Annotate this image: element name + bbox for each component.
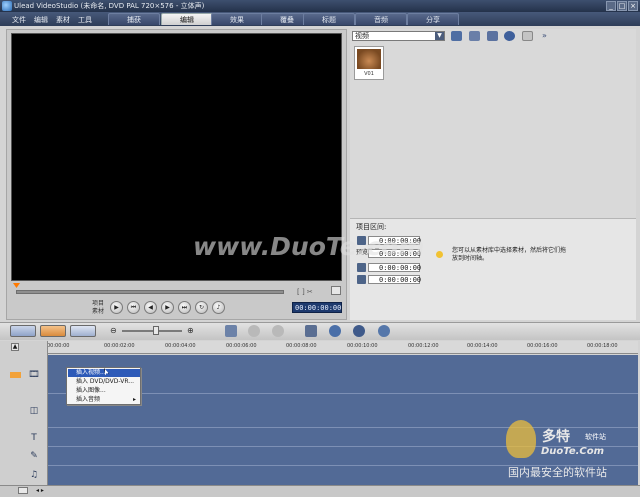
timeline-view-button[interactable] xyxy=(40,325,66,337)
auto-music-icon[interactable] xyxy=(378,325,390,337)
mascot-logo-icon xyxy=(506,420,536,458)
tick-label: 00:00:14:00 xyxy=(467,343,498,349)
minimize-button[interactable]: _ xyxy=(606,1,616,11)
options-icon[interactable] xyxy=(522,31,533,41)
maximize-button[interactable]: □ xyxy=(617,1,627,11)
end-button[interactable]: ⏭ xyxy=(178,301,191,314)
scroll-left-icon[interactable] xyxy=(18,487,28,494)
tab-share[interactable]: 分享 xyxy=(407,13,459,25)
tab-capture[interactable]: 捕获 xyxy=(108,13,160,25)
zoom-out-icon[interactable]: ⊖ xyxy=(110,326,117,335)
timecode-display[interactable]: 00:00:00:00 xyxy=(292,302,342,313)
title-track-icon[interactable]: T xyxy=(28,432,40,444)
chevron-down-icon: ▼ xyxy=(435,32,444,40)
next-frame-button[interactable]: ▶ xyxy=(161,301,174,314)
menu-clip[interactable]: 素材 xyxy=(56,15,70,25)
end-icon xyxy=(357,275,366,284)
record-capture-icon[interactable] xyxy=(329,325,341,337)
smart-proxy-icon[interactable] xyxy=(305,325,317,337)
track-selector-icon[interactable] xyxy=(10,372,21,378)
tab-effect[interactable]: 效果 xyxy=(211,13,263,25)
watermark-domain: DuoTe.Com xyxy=(541,446,605,457)
menu-insert-video[interactable]: 插入视频... xyxy=(68,369,140,377)
tick-label: 00:00:12:00 xyxy=(408,343,439,349)
play-button[interactable]: ▶ xyxy=(110,301,123,314)
library-panel xyxy=(350,29,636,218)
menu-file[interactable]: 文件 xyxy=(12,15,26,25)
menu-edit[interactable]: 编辑 xyxy=(34,15,48,25)
submenu-arrow-icon: ▸ xyxy=(133,396,137,403)
video-track-icon[interactable]: 🎞 xyxy=(28,369,40,381)
watermark-text: www.DuoTe.com xyxy=(193,232,425,261)
bottom-scrollbar[interactable] xyxy=(0,485,640,497)
folder-icon[interactable] xyxy=(451,31,462,41)
mode-label-clip[interactable]: 素材 xyxy=(92,308,104,315)
start-icon xyxy=(357,263,366,272)
voice-track-icon[interactable]: ✎ xyxy=(28,450,40,462)
duration-label: 项目区间: xyxy=(356,223,387,231)
dvd-icon[interactable] xyxy=(504,31,515,41)
app-icon xyxy=(2,1,12,11)
start-time-field[interactable]: 0:00:00:00 xyxy=(368,263,421,272)
repeat-button[interactable]: ↻ xyxy=(195,301,208,314)
tick-label: 00:00:04:00 xyxy=(165,343,196,349)
watermark-brand-small: 软件站 xyxy=(585,433,606,441)
scrubber-bar[interactable] xyxy=(16,290,284,294)
undo-icon[interactable] xyxy=(248,325,260,337)
previous-frame-button[interactable]: ◀ xyxy=(144,301,157,314)
close-button[interactable]: × xyxy=(628,1,638,11)
context-menu: 插入视频... 插入 DVD/DVD-VR... 插入图像... 插入音频 ▸ xyxy=(66,367,141,405)
volume-button[interactable]: ♪ xyxy=(212,301,225,314)
audio-view-button[interactable] xyxy=(70,325,96,337)
insert-media-icon[interactable] xyxy=(225,325,237,337)
home-button[interactable]: ⏮ xyxy=(127,301,140,314)
tick-label: 00:00:16:00 xyxy=(527,343,558,349)
scroll-up-icon[interactable]: ▲ xyxy=(11,343,19,351)
menu-insert-image[interactable]: 插入图像... xyxy=(68,387,140,395)
tick-label: 00:00:08:00 xyxy=(286,343,317,349)
mode-label-project[interactable]: 项目 xyxy=(92,300,104,307)
zoom-in-icon[interactable]: ⊕ xyxy=(187,326,194,335)
zoom-slider-track[interactable] xyxy=(122,330,182,332)
tab-title[interactable]: 标题 xyxy=(303,13,355,25)
zoom-slider-thumb[interactable] xyxy=(153,326,159,335)
title-bar: Ulead VideoStudio (未命名, DVD PAL 720×576 … xyxy=(0,0,640,12)
timeline-toolbar xyxy=(0,322,640,340)
library-thumbnail[interactable]: V01 xyxy=(354,46,384,80)
expand-icon[interactable]: » xyxy=(542,31,547,40)
library-category-select[interactable]: 视频 ▼ xyxy=(352,31,445,41)
fullscreen-icon[interactable] xyxy=(331,286,341,295)
tick-label: 00:00:06:00 xyxy=(226,343,257,349)
thumbnail-caption: V01 xyxy=(364,71,374,77)
tab-edit[interactable]: 编辑 xyxy=(161,13,213,25)
redo-icon[interactable] xyxy=(272,325,284,337)
menu-insert-dvd[interactable]: 插入 DVD/DVD-VR... xyxy=(68,378,140,386)
overlay-track-icon[interactable]: ◫ xyxy=(28,405,40,417)
library-category-value: 视频 xyxy=(355,32,369,40)
scroll-arrows-icon[interactable]: ◂ ▸ xyxy=(36,487,44,494)
library-manager-icon[interactable] xyxy=(487,31,498,41)
menu-insert-audio[interactable]: 插入音频 xyxy=(68,396,140,404)
mix-audio-icon[interactable] xyxy=(353,325,365,337)
track-headers xyxy=(0,341,48,485)
mark-in-out-icons[interactable]: [ ] ✂ xyxy=(297,288,313,296)
watermark-brand: 多特 xyxy=(542,429,570,445)
tick-label: 00:00:18:00 xyxy=(587,343,618,349)
menu-tools[interactable]: 工具 xyxy=(78,15,92,25)
window-title: Ulead VideoStudio (未命名, DVD PAL 720×576 … xyxy=(14,2,205,10)
hint-text: 您可以从素材库中选择素材，然后将它们拖放到时间轴。 xyxy=(452,247,567,262)
watermark-slogan: 国内最安全的软件站 xyxy=(508,466,607,479)
tick-label: 00:00:02:00 xyxy=(104,343,135,349)
tab-audio[interactable]: 音频 xyxy=(355,13,407,25)
tick-label: 00:00:10:00 xyxy=(347,343,378,349)
end-time-field[interactable]: 0:00:00:00 xyxy=(368,275,421,284)
lightbulb-icon xyxy=(436,251,443,258)
music-track-icon[interactable]: ♫ xyxy=(28,469,40,481)
import-icon[interactable] xyxy=(469,31,480,41)
tick-label: 00:00:00 xyxy=(47,343,70,349)
thumbnail-image xyxy=(357,49,381,69)
storyboard-view-button[interactable] xyxy=(10,325,36,337)
